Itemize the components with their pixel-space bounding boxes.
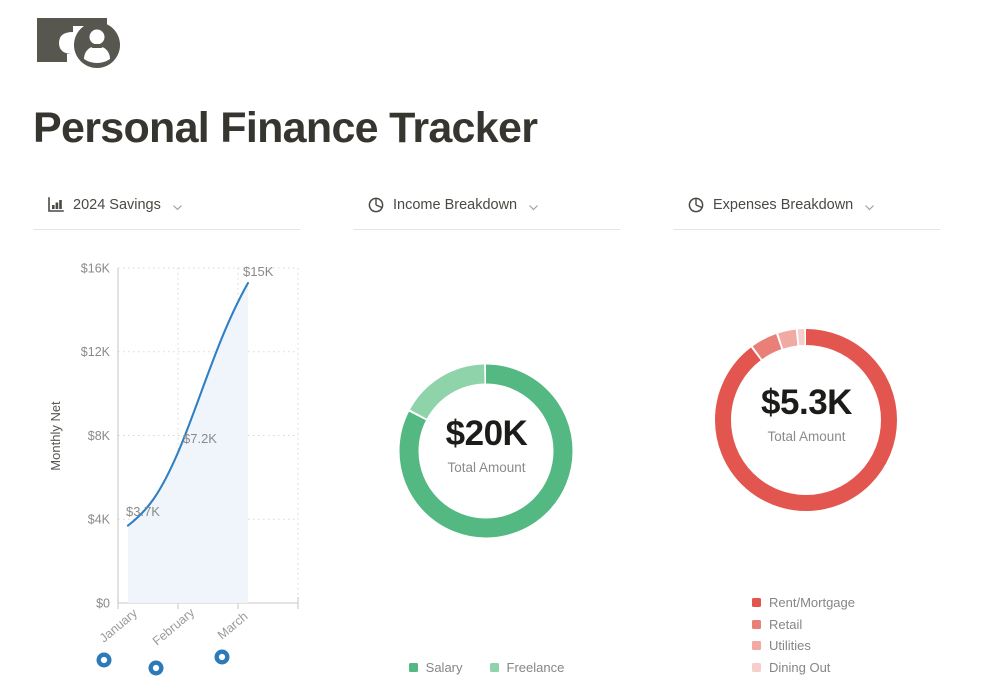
income-legend: Salary Freelance	[353, 660, 620, 675]
legend-swatch-icon	[408, 663, 418, 672]
legend-item-dining-out[interactable]: Dining Out	[752, 660, 855, 675]
panel-divider	[673, 229, 940, 230]
legend-item-salary[interactable]: Salary	[408, 660, 463, 675]
legend-item-freelance[interactable]: Freelance	[489, 660, 565, 675]
chevron-down-icon[interactable]	[172, 200, 183, 211]
legend-label: Freelance	[506, 660, 565, 675]
panel-title-savings: 2024 Savings	[73, 197, 161, 213]
legend-swatch-icon	[752, 598, 761, 607]
legend-label: Rent/Mortgage	[769, 595, 855, 610]
pie-chart-icon	[687, 197, 704, 214]
x-tick-label: January	[97, 606, 141, 646]
y-tick-label: $16K	[81, 262, 111, 276]
y-tick-label: $8K	[88, 429, 111, 443]
legend-label: Salary	[425, 660, 463, 675]
bar-chart-icon	[47, 197, 64, 214]
expenses-slice-rent	[715, 329, 897, 511]
savings-line-chart: $16K $12K $8K $4K $0 Monthly Net $3.7K $…	[0, 248, 330, 685]
month-marker	[214, 649, 230, 665]
page-title: Personal Finance Tracker	[33, 104, 538, 152]
legend-swatch-icon	[752, 641, 761, 650]
panel-divider	[33, 229, 300, 230]
expenses-legend: Rent/Mortgage Retail Utilities Dining Ou…	[752, 595, 855, 675]
panel-divider	[353, 229, 620, 230]
x-tick-label: February	[150, 605, 198, 648]
legend-item-retail[interactable]: Retail	[752, 617, 855, 632]
y-tick-label: $0	[96, 597, 110, 611]
legend-swatch-icon	[752, 619, 761, 629]
y-axis-title: Monthly Net	[48, 401, 63, 471]
chevron-down-icon[interactable]	[528, 200, 539, 211]
panel-income: Income Breakdown	[353, 190, 620, 230]
panel-header-income[interactable]: Income Breakdown	[353, 190, 620, 220]
point-label: $15K	[243, 264, 274, 279]
legend-swatch-icon	[489, 663, 499, 672]
legend-label: Utilities	[769, 638, 811, 653]
legend-label: Retail	[769, 616, 803, 632]
month-marker	[148, 660, 164, 676]
y-tick-label: $12K	[81, 345, 111, 359]
pie-chart-icon	[367, 197, 384, 214]
y-tick-label: $4K	[88, 513, 111, 527]
legend-label: Dining Out	[769, 659, 831, 675]
income-donut-chart: $20K Total Amount	[353, 338, 620, 568]
legend-swatch-icon	[752, 662, 761, 672]
month-marker	[96, 652, 112, 668]
point-label: $7.2K	[183, 431, 217, 446]
money-person-icon	[33, 12, 129, 74]
x-axis-markers	[96, 649, 230, 676]
panel-header-expenses[interactable]: Expenses Breakdown	[673, 190, 940, 220]
panel-header-savings[interactable]: 2024 Savings	[33, 190, 300, 220]
legend-item-utilities[interactable]: Utilities	[752, 638, 855, 653]
legend-item-rent-mortgage[interactable]: Rent/Mortgage	[752, 595, 855, 610]
panel-savings: 2024 Savings	[33, 190, 300, 230]
x-tick-label: March	[215, 609, 251, 642]
panel-title-expenses: Expenses Breakdown	[713, 197, 854, 213]
panel-title-income: Income Breakdown	[393, 197, 518, 213]
expenses-donut-chart: $5.3K Total Amount	[673, 308, 940, 538]
point-label: $3.7K	[126, 504, 160, 519]
chevron-down-icon[interactable]	[864, 200, 875, 211]
panel-expenses: Expenses Breakdown	[673, 190, 940, 230]
